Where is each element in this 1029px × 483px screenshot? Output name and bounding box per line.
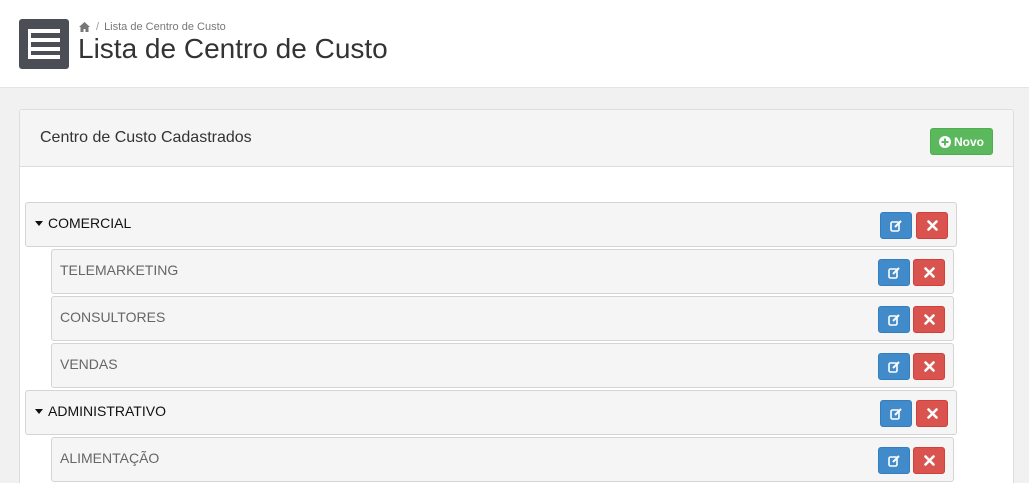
plus-circle-icon [939,135,951,148]
close-icon [923,361,935,372]
tree-row-label: COMERCIAL [48,215,132,231]
breadcrumb: / Lista de Centro de Custo [79,21,226,33]
tree-row-label: VENDAS [60,356,118,372]
new-button-label: Novo [954,134,984,149]
tree-row-child[interactable]: TELEMARKETING [51,249,954,294]
tree-row-label: ALIMENTAÇÃO [60,450,160,466]
delete-button[interactable] [916,400,948,427]
delete-button[interactable] [913,259,945,286]
edit-icon [888,313,900,326]
edit-button[interactable] [878,447,910,474]
page-header: / Lista de Centro de Custo Lista de Cent… [0,0,1029,88]
delete-button[interactable] [913,306,945,333]
tree-row-child[interactable]: CONSULTORES [51,296,954,341]
tree-row-label: CONSULTORES [60,309,166,325]
edit-button[interactable] [880,212,912,239]
edit-button[interactable] [878,259,910,286]
edit-button[interactable] [878,306,910,333]
caret-down-icon[interactable] [35,409,43,414]
new-button[interactable]: Novo [930,128,993,155]
tree-row-label: TELEMARKETING [60,262,179,278]
close-icon [926,408,938,419]
edit-icon [890,407,902,420]
tree-row-child[interactable]: VENDAS [51,343,954,388]
close-icon [923,314,935,325]
delete-button[interactable] [913,353,945,380]
panel-heading: Centro de Custo Cadastrados Novo [20,110,1013,167]
caret-down-icon[interactable] [35,221,43,226]
panel-title: Centro de Custo Cadastrados [40,129,252,146]
close-icon [923,267,935,278]
delete-button[interactable] [916,212,948,239]
home-icon[interactable] [79,22,90,32]
breadcrumb-separator: / [96,21,100,33]
tree-row-parent[interactable]: ADMINISTRATIVO [25,390,957,435]
edit-icon [888,360,900,373]
tree-row-label: ADMINISTRATIVO [48,403,166,419]
page-title: Lista de Centro de Custo [78,33,388,64]
tree-row-child[interactable]: ALIMENTAÇÃO [51,437,954,482]
tree-row-parent[interactable]: COMERCIAL [25,202,957,247]
edit-icon [890,219,902,232]
edit-icon [888,454,900,467]
delete-button[interactable] [913,447,945,474]
edit-icon [888,266,900,279]
breadcrumb-current: Lista de Centro de Custo [104,21,226,33]
close-icon [923,455,935,466]
edit-button[interactable] [878,353,910,380]
close-icon [926,220,938,231]
edit-button[interactable] [880,400,912,427]
menu-icon[interactable] [19,19,69,69]
